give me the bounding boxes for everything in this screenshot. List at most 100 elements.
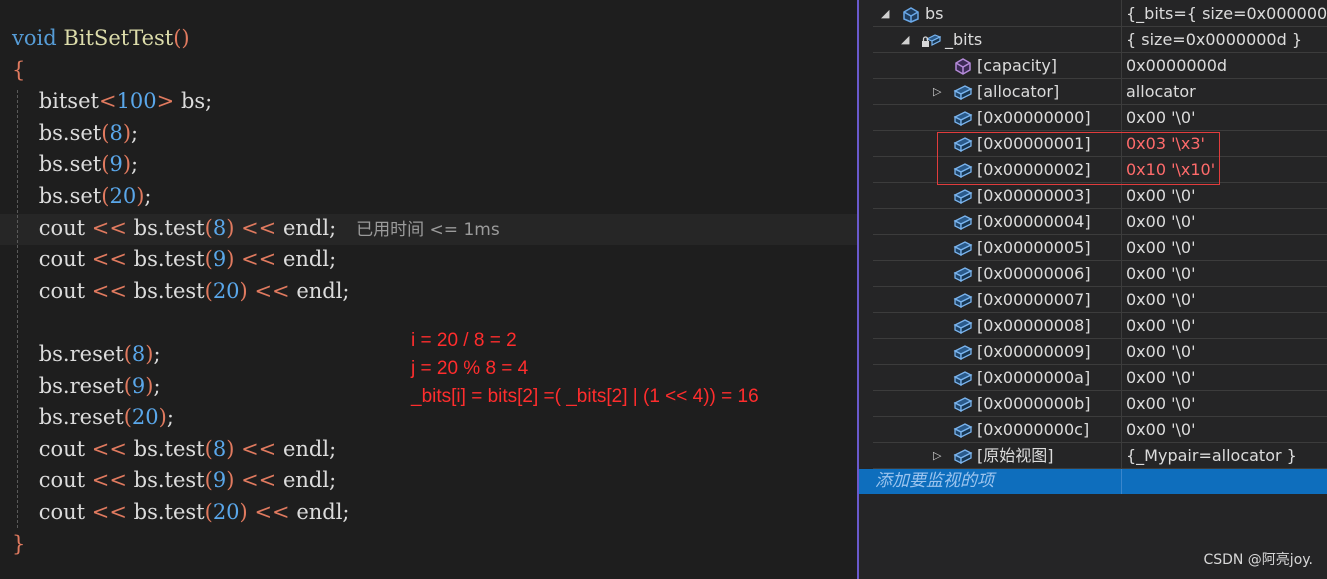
code-line[interactable]: } <box>12 529 25 560</box>
watch-value[interactable]: allocator <box>1126 79 1327 105</box>
code-line[interactable]: bs.reset(9); <box>12 371 161 402</box>
watch-value[interactable]: 0x00 '\0' <box>1126 183 1327 209</box>
watch-name: [0x00000005] <box>977 238 1091 257</box>
watch-value[interactable]: 0x0000000d <box>1126 53 1327 79</box>
code-line[interactable]: cout << bs.test(20) << endl; <box>12 497 350 528</box>
code-line[interactable]: cout << bs.test(8) << endl; <box>12 434 336 465</box>
code-line[interactable]: bitset<100> bs; <box>12 86 213 117</box>
code-line[interactable]: cout << bs.test(9) << endl; <box>12 465 336 496</box>
watch-value[interactable]: 0x00 '\0' <box>1126 417 1327 443</box>
code-token: 8 <box>212 436 227 461</box>
code-token: bs.test <box>126 500 205 524</box>
code-token: cout <box>12 247 92 272</box>
watch-name: [0x00000008] <box>977 316 1091 335</box>
code-token: bs.reset <box>12 405 124 430</box>
code-token: ; <box>144 184 152 208</box>
watch-row[interactable]: [0x0000000a] 0x00 '\0' <box>873 365 1327 391</box>
code-token: bs.set <box>12 184 102 208</box>
code-line[interactable]: bs.set(8); <box>12 118 138 149</box>
watch-row[interactable]: [0x0000000b] 0x00 '\0' <box>873 391 1327 417</box>
watch-value[interactable]: 0x00 '\0' <box>1126 235 1327 261</box>
watch-value[interactable]: 0x00 '\0' <box>1126 209 1327 235</box>
watch-value[interactable]: 0x00 '\0' <box>1126 365 1327 391</box>
watch-name: [0x00000009] <box>977 342 1091 361</box>
watch-name: [0x00000000] <box>977 108 1091 127</box>
watch-name: [0x0000000a] <box>977 368 1091 387</box>
code-editor[interactable]: void BitSetTest(){ bitset<100> bs; bs.se… <box>0 0 857 579</box>
watch-value[interactable]: 0x03 '\x3' <box>1126 131 1327 157</box>
watermark: CSDN @阿亮joy. <box>1203 552 1313 568</box>
annotation-line-2: j = 20 % 8 = 4 <box>411 358 529 379</box>
code-token: 20 <box>212 278 240 303</box>
field-icon <box>953 343 973 361</box>
watch-value[interactable]: 0x00 '\0' <box>1126 391 1327 417</box>
watch-value[interactable]: 0x00 '\0' <box>1126 105 1327 131</box>
watch-row[interactable]: [0x00000008] 0x00 '\0' <box>873 313 1327 339</box>
code-line[interactable]: bs.set(9); <box>12 149 138 180</box>
watch-row[interactable]: [0x00000005] 0x00 '\0' <box>873 235 1327 261</box>
watch-row[interactable]: [0x00000001] 0x03 '\x3' <box>873 131 1327 157</box>
watch-name: [allocator] <box>977 82 1060 101</box>
code-token: ( <box>204 215 213 240</box>
code-line[interactable]: bs.reset(20); <box>12 402 174 433</box>
expanded-arrow-icon[interactable]: ◢ <box>881 1 889 27</box>
watch-row[interactable]: [0x00000007] 0x00 '\0' <box>873 287 1327 313</box>
watch-value[interactable]: {_Mypair=allocator } <box>1126 443 1327 469</box>
watch-name: [capacity] <box>977 56 1058 75</box>
watch-name: [0x00000001] <box>977 134 1091 153</box>
watch-row[interactable]: [0x00000009] 0x00 '\0' <box>873 339 1327 365</box>
code-token: ( <box>204 500 213 524</box>
add-watch-item-row[interactable]: 添加要监视的项 <box>859 469 1327 494</box>
code-line[interactable]: cout << bs.test(20) << endl; <box>12 276 350 307</box>
watch-row[interactable]: ◢ bs {_bits={ size=0x0000000d <box>873 1 1327 27</box>
watch-value[interactable]: { size=0x0000000d } <box>1126 27 1327 53</box>
watch-name: [原始视图] <box>977 446 1054 465</box>
watch-row[interactable]: [0x00000006] 0x00 '\0' <box>873 261 1327 287</box>
code-line[interactable]: cout << bs.test(8) << endl; 已用时间 <= 1ms <box>12 213 500 244</box>
code-token: bs; <box>174 89 213 114</box>
code-token: ( <box>204 468 213 493</box>
watch-row[interactable]: ▷ [原始视图] {_Mypair=allocator } <box>873 443 1327 469</box>
code-token: ( <box>123 405 132 430</box>
code-token: endl; <box>276 436 337 461</box>
code-token: ; <box>166 405 174 430</box>
watch-name: _bits <box>945 30 983 49</box>
code-token: cout <box>12 278 92 303</box>
code-token: 20 <box>212 500 240 524</box>
code-line[interactable]: cout << bs.test(9) << endl; <box>12 244 336 275</box>
watch-value[interactable]: 0x00 '\0' <box>1126 313 1327 339</box>
code-line[interactable]: void BitSetTest() <box>12 23 190 54</box>
watch-value[interactable]: 0x10 '\x10' <box>1126 157 1327 183</box>
watch-row[interactable]: ◢ _bits { size=0x0000000d } <box>873 27 1327 53</box>
code-token: << <box>241 247 277 272</box>
code-line[interactable]: { <box>12 55 25 86</box>
watch-value[interactable]: 0x00 '\0' <box>1126 261 1327 287</box>
private-field-icon <box>921 31 942 49</box>
collapsed-arrow-icon[interactable]: ▷ <box>933 79 941 105</box>
code-token: void <box>12 26 57 50</box>
code-token: } <box>12 531 26 556</box>
field-icon <box>953 109 973 127</box>
expanded-arrow-icon[interactable]: ◢ <box>901 27 909 53</box>
watch-value[interactable]: {_bits={ size=0x0000000d <box>1126 1 1327 27</box>
watch-row[interactable]: ▷ [allocator] allocator <box>873 79 1327 105</box>
code-line[interactable]: bs.set(20); <box>12 181 152 212</box>
watch-value[interactable]: 0x00 '\0' <box>1126 339 1327 365</box>
code-token: 20 <box>131 405 159 430</box>
code-token: ) <box>158 405 167 430</box>
collapsed-arrow-icon[interactable]: ▷ <box>933 443 941 469</box>
code-line[interactable]: bs.reset(8); <box>12 339 161 370</box>
code-token: << <box>241 468 277 493</box>
watch-row[interactable]: [capacity] 0x0000000d <box>873 53 1327 79</box>
watch-row[interactable]: [0x0000000c] 0x00 '\0' <box>873 417 1327 443</box>
watch-row[interactable]: [0x00000003] 0x00 '\0' <box>873 183 1327 209</box>
code-token: ; <box>131 152 139 177</box>
watch-value[interactable]: 0x00 '\0' <box>1126 287 1327 313</box>
watch-row[interactable]: [0x00000002] 0x10 '\x10' <box>873 157 1327 183</box>
code-token: endl; <box>276 468 337 493</box>
watch-row[interactable]: [0x00000004] 0x00 '\0' <box>873 209 1327 235</box>
code-token: << <box>91 278 127 303</box>
watch-row[interactable]: [0x00000000] 0x00 '\0' <box>873 105 1327 131</box>
code-token: ) <box>239 500 248 524</box>
watch-name: [0x0000000b] <box>977 394 1091 413</box>
